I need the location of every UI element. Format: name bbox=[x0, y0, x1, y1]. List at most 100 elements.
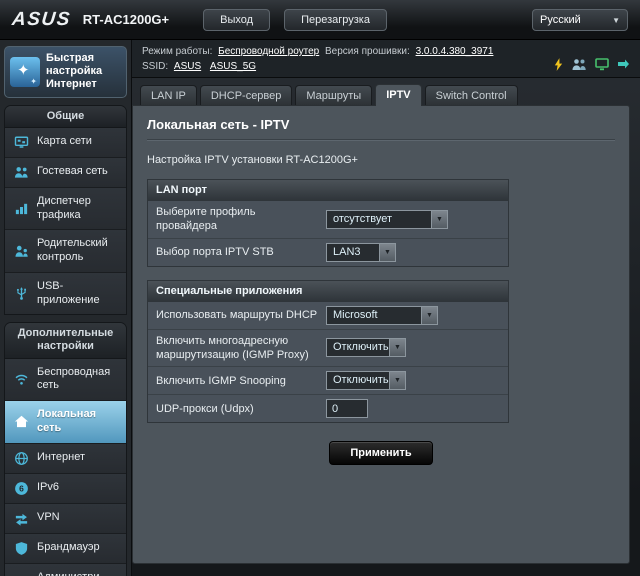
parental-control-icon bbox=[13, 244, 30, 259]
reboot-button[interactable]: Перезагрузка bbox=[284, 8, 387, 31]
language-value: Русский bbox=[540, 13, 581, 26]
sidebar-item-ipv6[interactable]: 6 IPv6 bbox=[5, 473, 126, 504]
select-value: Отключить bbox=[333, 374, 389, 387]
row-label: Выбор порта IPTV STB bbox=[156, 245, 274, 258]
sidebar-item-guest-network[interactable]: Гостевая сеть bbox=[5, 157, 126, 188]
select-value: Microsoft bbox=[333, 308, 378, 321]
row-label: UDP-прокси (Udpx) bbox=[156, 402, 254, 415]
section-header: LAN порт bbox=[148, 180, 508, 201]
sidebar-item-label: VPN bbox=[37, 511, 60, 524]
tab-iptv[interactable]: IPTV bbox=[375, 84, 422, 106]
table-row: Включить IGMP Snooping Отключить bbox=[148, 367, 508, 396]
row-label: Использовать маршруты DHCP bbox=[156, 308, 318, 321]
tab-switch-control[interactable]: Switch Control bbox=[424, 85, 518, 105]
firewall-icon bbox=[13, 541, 30, 556]
igmp-proxy-select[interactable]: Отключить bbox=[326, 338, 406, 358]
sidebar-item-label: Беспроводная сеть bbox=[37, 365, 111, 392]
chevron-down-icon bbox=[379, 243, 395, 261]
mode-link[interactable]: Беспроводной роутер bbox=[218, 46, 319, 57]
provider-profile-select[interactable]: отсутствует bbox=[326, 209, 448, 229]
ipv6-icon: 6 bbox=[13, 481, 30, 496]
sidebar-item-usb-app[interactable]: USB-приложение bbox=[5, 272, 126, 315]
vpn-icon bbox=[13, 511, 30, 526]
clients-icon[interactable] bbox=[572, 58, 587, 71]
svg-text:6: 6 bbox=[19, 483, 24, 493]
logout-button[interactable]: Выход bbox=[203, 8, 271, 31]
asus-logo: ASUS bbox=[10, 8, 72, 30]
igmp-snooping-select[interactable]: Отключить bbox=[326, 371, 406, 391]
sidebar-item-wireless[interactable]: Беспроводная сеть bbox=[5, 358, 126, 402]
table-row: Использовать маршруты DHCP Microsoft bbox=[148, 301, 508, 330]
sidebar-item-label: Локальная сеть bbox=[37, 408, 96, 434]
sidebar-item-label: Карта сети bbox=[37, 135, 92, 148]
sidebar-group-advanced: Дополнительные настройки Беспроводная се… bbox=[4, 322, 127, 576]
network-map-icon bbox=[13, 135, 30, 150]
content-panel: Локальная сеть - IPTV Настройка IPTV уст… bbox=[132, 105, 630, 564]
sidebar-item-label: Диспетчер трафика bbox=[37, 194, 91, 221]
internet-icon bbox=[13, 451, 30, 466]
tab-bar: LAN IP DHCP-сервер Маршруты IPTV Switch … bbox=[132, 78, 640, 106]
magic-wand-icon bbox=[10, 56, 40, 87]
lan-icon bbox=[13, 414, 30, 429]
apply-button[interactable]: Применить bbox=[329, 441, 433, 466]
special-applications-table: Специальные приложения Использовать марш… bbox=[147, 279, 509, 424]
select-value: отсутствует bbox=[333, 212, 393, 225]
sidebar-item-lan[interactable]: Локальная сеть bbox=[5, 401, 126, 444]
mode-label: Режим работы: bbox=[142, 46, 213, 57]
firmware-link[interactable]: 3.0.0.4.380_3971 bbox=[416, 46, 494, 57]
iptv-stb-port-select[interactable]: LAN3 bbox=[326, 242, 396, 262]
chevron-down-icon bbox=[389, 339, 405, 357]
notification-icon[interactable] bbox=[553, 58, 564, 71]
sidebar-item-label: Администри-рование bbox=[37, 571, 122, 576]
select-value: Отключить bbox=[333, 341, 389, 354]
chevron-down-icon bbox=[612, 14, 620, 26]
mode-firmware-line: Режим работы: Беспроводной роутер Версия… bbox=[142, 44, 630, 59]
ssid-label: SSID: bbox=[142, 61, 169, 72]
row-label: Выберите профиль провайдера bbox=[156, 206, 256, 233]
guest-network-icon bbox=[13, 165, 30, 180]
sidebar-section-title: Дополнительные настройки bbox=[5, 323, 126, 359]
sidebar-item-traffic-manager[interactable]: Диспетчер трафика bbox=[5, 187, 126, 231]
table-row: Включить многоадресную маршрутизацию (IG… bbox=[148, 329, 508, 368]
sidebar-group-general: Общие Карта сети Гостевая сеть Диспетчер… bbox=[4, 104, 127, 316]
chevron-down-icon bbox=[389, 372, 405, 390]
table-row: Выбор порта IPTV STB LAN3 bbox=[148, 238, 508, 266]
tab-routes[interactable]: Маршруты bbox=[295, 85, 373, 105]
sidebar-item-firewall[interactable]: Брандмауэр bbox=[5, 533, 126, 564]
ssid-5-link[interactable]: ASUS_5G bbox=[210, 61, 256, 72]
sidebar-item-network-map[interactable]: Карта сети bbox=[5, 127, 126, 158]
lan-port-table: LAN порт Выберите профиль провайдера отс… bbox=[147, 179, 509, 267]
sidebar-item-parental-control[interactable]: Родительский контроль bbox=[5, 230, 126, 273]
sidebar-item-label: Интернет bbox=[37, 451, 85, 464]
select-value: LAN3 bbox=[333, 245, 361, 258]
status-icons bbox=[553, 58, 630, 71]
router-model: RT-AC1200G+ bbox=[82, 12, 170, 27]
sidebar-item-administration[interactable]: Администри-рование bbox=[5, 563, 126, 576]
usb-device-icon[interactable] bbox=[617, 58, 630, 71]
sidebar-item-vpn[interactable]: VPN bbox=[5, 503, 126, 534]
ssid-24-link[interactable]: ASUS bbox=[174, 61, 201, 72]
sidebar-section-title: Общие bbox=[5, 105, 126, 128]
sidebar-item-internet[interactable]: Интернет bbox=[5, 443, 126, 474]
tab-lan-ip[interactable]: LAN IP bbox=[140, 85, 197, 105]
section-header: Специальные приложения bbox=[148, 280, 508, 302]
usb-app-icon bbox=[13, 286, 30, 301]
quick-setup-button[interactable]: Быстрая настройка Интернет bbox=[4, 46, 127, 98]
content-column: Режим работы: Беспроводной роутер Версия… bbox=[132, 40, 640, 576]
chevron-down-icon bbox=[431, 210, 447, 228]
table-row: Выберите профиль провайдера отсутствует bbox=[148, 201, 508, 239]
tab-dhcp-server[interactable]: DHCP-сервер bbox=[199, 85, 293, 105]
top-bar: ASUS RT-AC1200G+ Выход Перезагрузка Русс… bbox=[0, 0, 640, 40]
dhcp-routes-select[interactable]: Microsoft bbox=[326, 305, 438, 325]
quick-setup-label: Быстрая настройка Интернет bbox=[46, 52, 103, 91]
firmware-label: Версия прошивки: bbox=[325, 46, 410, 57]
sidebar-item-label: Брандмауэр bbox=[37, 541, 100, 554]
row-label: Включить IGMP Snooping bbox=[156, 374, 286, 387]
wan-connected-icon[interactable] bbox=[595, 58, 609, 71]
sidebar: Быстрая настройка Интернет Общие Карта с… bbox=[0, 40, 132, 576]
language-select[interactable]: Русский bbox=[532, 8, 628, 31]
info-bar: Режим работы: Беспроводной роутер Версия… bbox=[132, 40, 640, 78]
table-row: UDP-прокси (Udpx) bbox=[148, 395, 508, 423]
udp-proxy-input[interactable] bbox=[326, 399, 368, 419]
sidebar-item-label: Родительский контроль bbox=[37, 237, 108, 263]
